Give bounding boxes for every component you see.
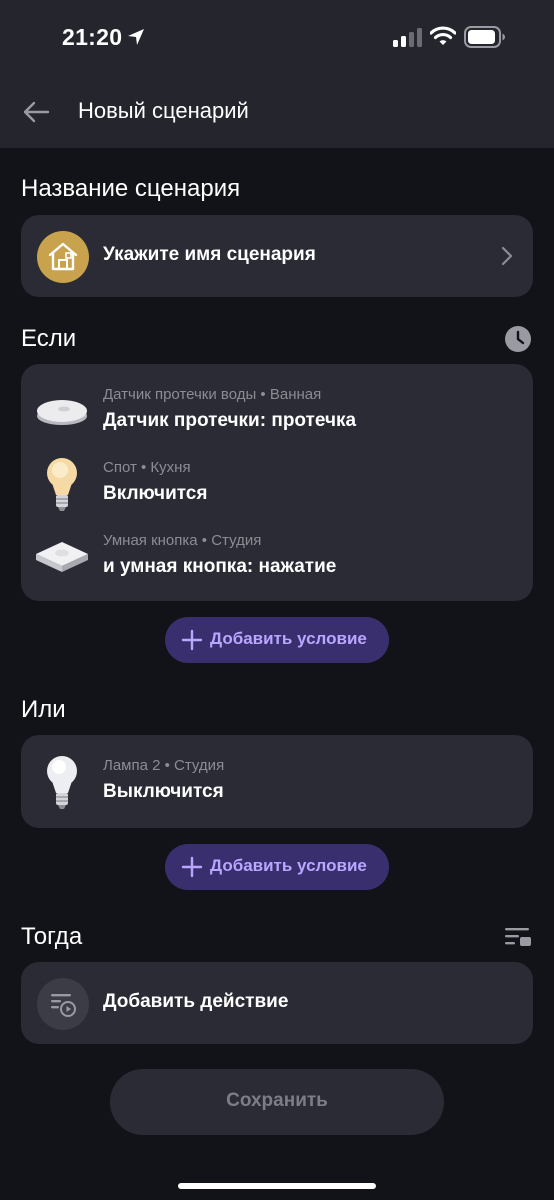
leak-sensor-icon bbox=[37, 400, 87, 425]
or-heading: Или bbox=[21, 696, 66, 723]
action-scenario-icon bbox=[37, 978, 89, 1030]
condition-event: и умная кнопка: нажатие bbox=[103, 556, 337, 577]
condition-row[interactable]: Умная кнопка • Студия и умная кнопка: на… bbox=[21, 530, 533, 590]
add-condition-label: Добавить условие bbox=[210, 629, 367, 648]
add-action-label: Добавить действие bbox=[103, 991, 289, 1012]
home-indicator bbox=[178, 1183, 376, 1189]
scenario-name-row[interactable]: Укажите имя сценария bbox=[21, 215, 533, 297]
scenario-name-heading: Название сценария bbox=[21, 175, 241, 202]
condition-event: Включится bbox=[103, 483, 208, 504]
location-arrow-icon bbox=[128, 29, 144, 45]
back-arrow-icon[interactable] bbox=[20, 96, 52, 128]
condition-row[interactable]: Спот • Кухня Включится bbox=[21, 457, 533, 517]
cellular-signal-icon bbox=[393, 28, 422, 47]
smart-button-icon bbox=[36, 542, 88, 572]
condition-row[interactable]: Датчик протечки воды • Ванная Датчик про… bbox=[21, 384, 533, 444]
plus-icon bbox=[181, 856, 203, 878]
status-bar: 21:20 bbox=[0, 0, 554, 76]
then-heading: Тогда bbox=[21, 923, 83, 950]
condition-device: Лампа 2 • Студия bbox=[103, 757, 225, 774]
or-conditions-card: Лампа 2 • Студия Выключится bbox=[21, 735, 533, 828]
condition-device: Датчик протечки воды • Ванная bbox=[103, 386, 322, 403]
condition-event: Датчик протечки: протечка bbox=[103, 410, 357, 431]
wifi-icon bbox=[430, 26, 456, 45]
scenario-name-placeholder: Укажите имя сценария bbox=[103, 244, 316, 265]
house-icon bbox=[37, 231, 89, 283]
add-condition-button[interactable]: Добавить условие bbox=[165, 617, 389, 663]
battery-icon bbox=[464, 26, 505, 48]
condition-event: Выключится bbox=[103, 781, 224, 802]
add-action-row[interactable]: Добавить действие bbox=[21, 962, 533, 1044]
top-app-bar: Новый сценарий bbox=[0, 76, 554, 148]
warm-bulb-icon bbox=[47, 458, 77, 511]
condition-row[interactable]: Лампа 2 • Студия Выключится bbox=[21, 755, 533, 815]
save-button[interactable]: Сохранить bbox=[110, 1069, 444, 1135]
save-label: Сохранить bbox=[226, 1090, 328, 1111]
action-list-icon[interactable] bbox=[504, 925, 532, 949]
add-condition-button[interactable]: Добавить условие bbox=[165, 844, 389, 890]
clock-icon[interactable] bbox=[504, 325, 532, 353]
condition-device: Спот • Кухня bbox=[103, 459, 191, 476]
condition-device: Умная кнопка • Студия bbox=[103, 532, 262, 549]
plus-icon bbox=[181, 629, 203, 651]
if-heading: Если bbox=[21, 325, 77, 352]
add-condition-label: Добавить условие bbox=[210, 856, 367, 875]
chevron-right-icon bbox=[501, 246, 513, 266]
status-time: 21:20 bbox=[62, 24, 123, 50]
page-title: Новый сценарий bbox=[78, 98, 249, 123]
white-bulb-icon bbox=[47, 756, 77, 809]
if-conditions-card: Датчик протечки воды • Ванная Датчик про… bbox=[21, 364, 533, 601]
